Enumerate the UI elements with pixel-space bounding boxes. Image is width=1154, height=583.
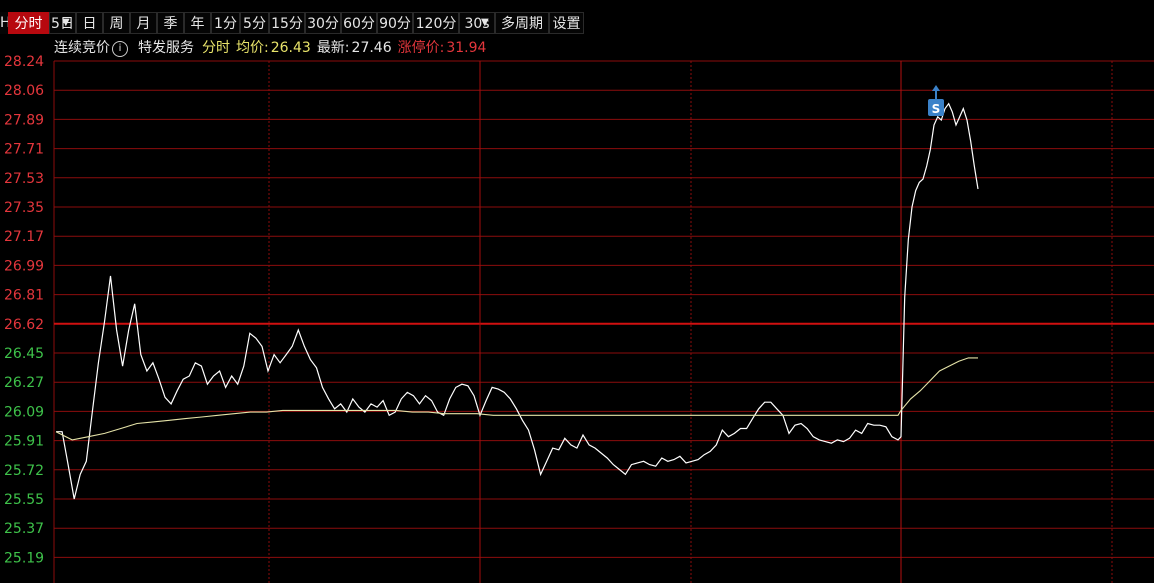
- y-tick-label: 27.35: [4, 200, 44, 216]
- y-tick-label: 26.45: [4, 346, 44, 362]
- y-tick-label: 26.62: [4, 317, 44, 333]
- y-tick-label: 26.27: [4, 375, 44, 391]
- average-price-line: [55, 357, 978, 441]
- y-tick-label: 25.37: [4, 521, 44, 537]
- y-tick-label: 27.17: [4, 229, 44, 245]
- y-tick-label: 26.99: [4, 258, 44, 274]
- price-line: [56, 102, 979, 500]
- marker-arrow-icon: [932, 85, 940, 91]
- y-tick-label: 25.91: [4, 434, 44, 450]
- y-tick-label: 28.06: [4, 83, 44, 99]
- y-tick-label: 25.19: [4, 550, 44, 566]
- y-tick-label: 26.81: [4, 288, 44, 304]
- y-tick-label: 28.24: [4, 54, 44, 70]
- y-tick-label: 26.09: [4, 404, 44, 420]
- y-tick-label: 27.89: [4, 112, 44, 128]
- y-tick-label: 27.71: [4, 142, 44, 158]
- y-tick-label: 27.53: [4, 171, 44, 187]
- y-tick-label: 25.55: [4, 492, 44, 508]
- y-tick-label: 25.72: [4, 463, 44, 479]
- intraday-chart[interactable]: 28.24 28.06 27.89 27.71 27.53 27.35 27.17 26.99…: [0, 0, 1154, 583]
- sell-marker-label: S: [932, 102, 941, 116]
